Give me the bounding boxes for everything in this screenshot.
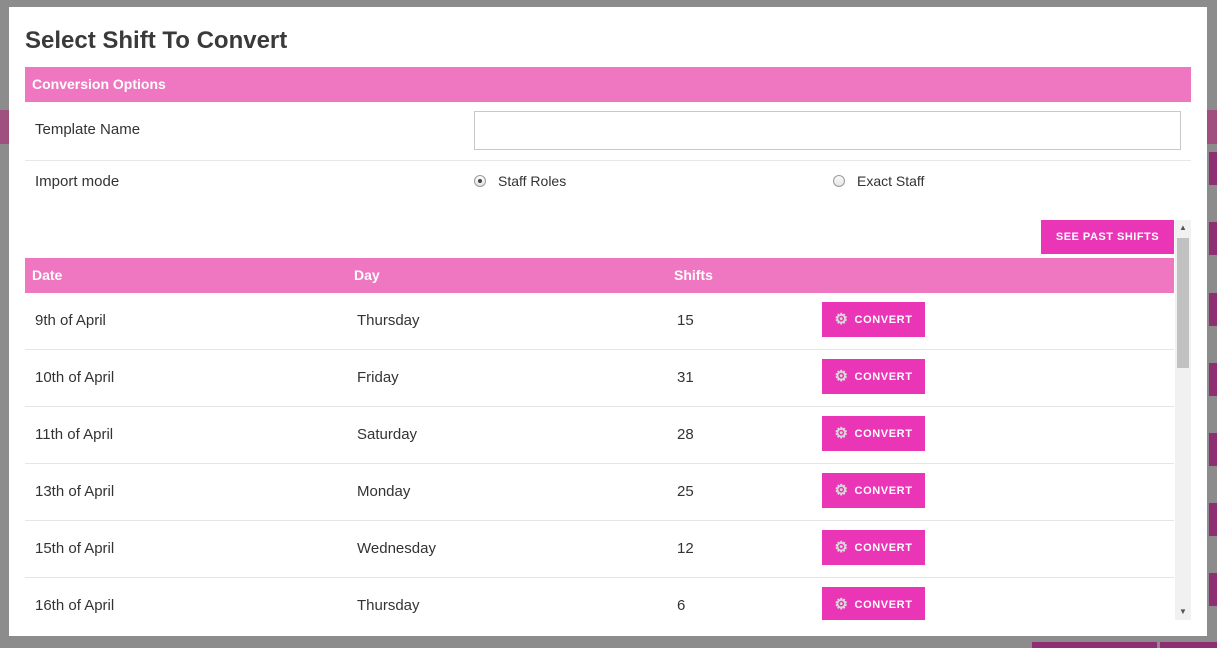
column-header-shifts: Shifts [674, 267, 713, 283]
row-day: Monday [357, 483, 411, 500]
row-shifts: 15 [677, 312, 694, 329]
row-day: Thursday [357, 597, 420, 614]
convert-button-label: CONVERT [854, 541, 913, 554]
convert-shift-modal: Select Shift To Convert Conversion Optio… [9, 7, 1207, 636]
row-date: 16th of April [35, 597, 115, 614]
radio-button-unchecked[interactable] [833, 175, 845, 187]
background-button [1209, 152, 1217, 185]
row-day: Saturday [357, 426, 418, 443]
table-row: 15th of April Wednesday 12 ⚙ CONVERT [25, 521, 1174, 578]
row-day: Wednesday [357, 540, 436, 557]
gear-icon: ⚙ [834, 368, 849, 385]
table-row: 16th of April Thursday 6 ⚙ CONVERT [25, 578, 1174, 620]
background-button [1032, 642, 1157, 648]
row-day: Friday [357, 369, 399, 386]
convert-button[interactable]: ⚙ CONVERT [822, 302, 925, 337]
modal-title: Select Shift To Convert [25, 27, 288, 54]
gear-icon: ⚙ [834, 596, 849, 613]
table-row: 10th of April Friday 31 ⚙ CONVERT [25, 350, 1174, 407]
row-date: 13th of April [35, 483, 115, 500]
background-button [1209, 293, 1217, 326]
gear-icon: ⚙ [834, 539, 849, 556]
radio-staff-roles-label: Staff Roles [498, 173, 567, 189]
row-date: 9th of April [35, 312, 106, 329]
row-date: 15th of April [35, 540, 115, 557]
template-name-input[interactable] [474, 111, 1181, 150]
row-shifts: 28 [677, 426, 694, 443]
scrollbar-thumb[interactable] [1177, 238, 1189, 368]
gear-icon: ⚙ [834, 482, 849, 499]
convert-button-label: CONVERT [854, 598, 913, 611]
table-header: Date Day Shifts [25, 258, 1174, 293]
row-shifts: 25 [677, 483, 694, 500]
import-mode-label: Import mode [35, 173, 120, 190]
background-button [1209, 222, 1217, 255]
convert-button-label: CONVERT [854, 370, 913, 383]
shifts-table: Date Day Shifts 9th of April Thursday 15… [25, 258, 1174, 620]
gear-icon: ⚙ [834, 311, 849, 328]
background-button [1209, 503, 1217, 536]
arrow-up-icon[interactable]: ▲ [1175, 220, 1191, 236]
convert-button-label: CONVERT [854, 484, 913, 497]
radio-staff-roles[interactable]: Staff Roles [474, 173, 566, 189]
row-shifts: 12 [677, 540, 694, 557]
gear-icon: ⚙ [834, 425, 849, 442]
vertical-scrollbar[interactable]: ▲ ▼ [1175, 220, 1191, 620]
table-row: 13th of April Monday 25 ⚙ CONVERT [25, 464, 1174, 521]
convert-button[interactable]: ⚙ CONVERT [822, 530, 925, 565]
convert-button[interactable]: ⚙ CONVERT [822, 587, 925, 620]
table-row: 9th of April Thursday 15 ⚙ CONVERT [25, 293, 1174, 350]
template-name-label: Template Name [35, 121, 141, 138]
template-name-row: Template Name [25, 102, 1191, 161]
radio-exact-staff[interactable]: Exact Staff [833, 173, 924, 189]
arrow-down-icon[interactable]: ▼ [1175, 604, 1191, 620]
row-date: 11th of April [35, 426, 114, 443]
radio-button-checked[interactable] [474, 175, 486, 187]
background-button [1209, 573, 1217, 606]
see-past-shifts-button[interactable]: SEE PAST SHIFTS [1041, 220, 1174, 254]
background-button [1209, 433, 1217, 466]
row-day: Thursday [357, 312, 420, 329]
column-header-date: Date [32, 267, 63, 283]
convert-button-label: CONVERT [854, 313, 913, 326]
background-button [1209, 363, 1217, 396]
convert-button[interactable]: ⚙ CONVERT [822, 416, 925, 451]
row-shifts: 6 [677, 597, 686, 614]
column-header-day: Day [354, 267, 380, 283]
import-mode-row: Import mode Staff Roles Exact Staff [25, 161, 1191, 203]
row-shifts: 31 [677, 369, 694, 386]
convert-button[interactable]: ⚙ CONVERT [822, 473, 925, 508]
convert-button-label: CONVERT [854, 427, 913, 440]
table-row: 11th of April Saturday 28 ⚙ CONVERT [25, 407, 1174, 464]
conversion-options-header: Conversion Options [25, 67, 1191, 102]
radio-exact-staff-label: Exact Staff [857, 173, 925, 189]
convert-button[interactable]: ⚙ CONVERT [822, 359, 925, 394]
background-button [1160, 642, 1217, 648]
row-date: 10th of April [35, 369, 115, 386]
shifts-scroll-area[interactable]: SEE PAST SHIFTS Date Day Shifts 9th of A… [25, 220, 1191, 620]
